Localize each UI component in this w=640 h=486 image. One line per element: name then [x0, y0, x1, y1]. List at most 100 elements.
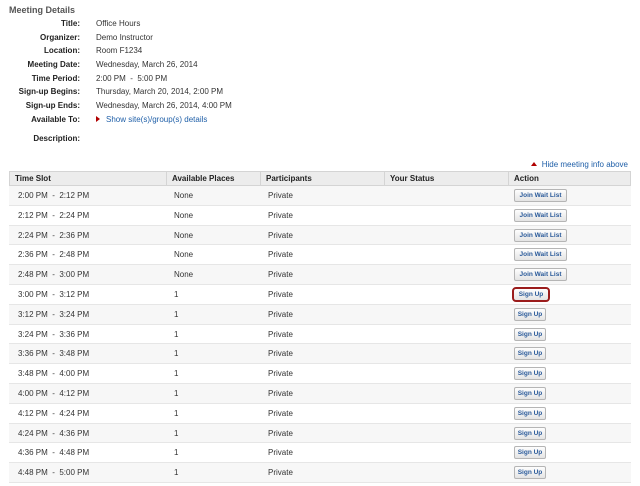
- available-places-cell: 1: [174, 349, 179, 359]
- sign-up-button[interactable]: Sign Up: [514, 446, 546, 460]
- detail-value: Demo Instructor: [96, 32, 153, 42]
- detail-label: Description:: [33, 133, 80, 143]
- participants-cell: Private: [268, 448, 293, 458]
- available-places-cell: 1: [174, 289, 179, 299]
- available-places-cell: None: [174, 270, 194, 280]
- available-places-cell: 1: [174, 428, 179, 438]
- time-slot-cell: 3:36 PM - 3:48 PM: [18, 349, 90, 359]
- header-your-status: Your Status: [384, 172, 509, 185]
- participants-cell: Private: [268, 329, 293, 339]
- header-available-places: Available Places: [166, 172, 260, 185]
- time-slot-cell: 3:12 PM - 3:24 PM: [18, 309, 90, 319]
- time-slot-cell: 2:48 PM - 3:00 PM: [18, 270, 90, 280]
- table-body: 2:00 PM - 2:12 PM None Private Join Wait Li…: [9, 186, 631, 483]
- sign-up-button[interactable]: Sign Up: [514, 307, 546, 321]
- detail-row-time-period: Time Period: 2:00 PM - 5:00 PM: [0, 72, 640, 86]
- detail-row-available-to: Available To: Show site(s)/group(s) deta…: [0, 113, 640, 127]
- participants-cell: Private: [268, 428, 293, 438]
- triangle-right-icon: [96, 115, 100, 122]
- time-slot-cell: 4:36 PM - 4:48 PM: [18, 448, 90, 458]
- section-title: Meeting Details: [9, 5, 76, 15]
- table-row: 3:12 PM - 3:24 PM 1 Private Sign Up: [9, 304, 631, 325]
- detail-label: Title:: [61, 19, 80, 28]
- time-slot-cell: 4:24 PM - 4:36 PM: [18, 428, 90, 438]
- detail-row-meeting-date: Meeting Date: Wednesday, March 26, 2014: [0, 58, 640, 72]
- detail-row-organizer: Organizer: Demo Instructor: [0, 31, 640, 45]
- available-places-cell: 1: [174, 369, 179, 379]
- table-header: Time Slot Available Places Participants …: [9, 171, 631, 186]
- table-row: 2:24 PM - 2:36 PM None Private Join Wait Li…: [9, 225, 631, 246]
- sign-up-button[interactable]: Sign Up: [514, 406, 546, 420]
- detail-label: Sign-up Ends:: [25, 101, 80, 111]
- table-row: 4:36 PM - 4:48 PM 1 Private Sign Up: [9, 443, 631, 464]
- join-wait-list-button[interactable]: Join Wait List: [514, 228, 567, 242]
- time-slot-cell: 4:48 PM - 5:00 PM: [18, 468, 90, 478]
- time-slot-cell: 2:36 PM - 2:48 PM: [18, 250, 90, 260]
- detail-value: Room F1234: [96, 46, 143, 56]
- detail-row-description: Description:: [0, 132, 640, 146]
- table-row: 4:24 PM - 4:36 PM 1 Private Sign Up: [9, 423, 631, 444]
- triangle-up-icon: [530, 162, 537, 166]
- detail-row-title: Title: Office Hours: [0, 17, 640, 31]
- available-places-cell: 1: [174, 388, 179, 398]
- detail-label: Available To:: [31, 114, 80, 124]
- available-places-cell: 1: [174, 468, 179, 478]
- participants-cell: Private: [268, 388, 293, 398]
- available-places-cell: 1: [174, 448, 179, 458]
- sign-up-button[interactable]: Sign Up: [514, 426, 546, 440]
- detail-row-location: Location: Room F1234: [0, 44, 640, 58]
- detail-value: Wednesday, March 26, 2014: [96, 60, 198, 70]
- join-wait-list-button[interactable]: Join Wait List: [514, 189, 567, 202]
- join-wait-list-button[interactable]: Join Wait List: [514, 248, 567, 262]
- participants-cell: Private: [268, 289, 293, 299]
- detail-label: Organizer:: [39, 32, 80, 42]
- participants-cell: Private: [268, 349, 293, 359]
- sign-up-button[interactable]: Sign Up: [514, 327, 546, 341]
- meeting-details: Title: Office Hours Organizer: Demo Inst…: [0, 17, 640, 145]
- table-row: 2:12 PM - 2:24 PM None Private Join Wait Li…: [9, 206, 631, 226]
- participants-cell: Private: [268, 250, 293, 260]
- sign-up-button[interactable]: Sign Up: [514, 386, 546, 400]
- detail-value: Wednesday, March 26, 2014, 4:00 PM: [96, 101, 232, 111]
- available-places-cell: 1: [174, 408, 179, 418]
- time-slot-cell: 3:48 PM - 4:00 PM: [18, 369, 90, 379]
- participants-cell: Private: [268, 309, 293, 319]
- sign-up-button[interactable]: Sign Up: [512, 286, 550, 302]
- table-row: 2:48 PM - 3:00 PM None Private Join Wait Li…: [9, 265, 631, 285]
- detail-row-signup-begins: Sign-up Begins: Thursday, March 20, 2014…: [0, 85, 640, 99]
- participants-cell: Private: [268, 408, 293, 418]
- detail-row-signup-ends: Sign-up Ends: Wednesday, March 26, 2014,…: [0, 99, 640, 113]
- timeslot-table: Time Slot Available Places Participants …: [9, 171, 631, 483]
- detail-label: Time Period:: [31, 73, 80, 83]
- available-places-cell: 1: [174, 329, 179, 339]
- table-row: 3:36 PM - 3:48 PM 1 Private Sign Up: [9, 344, 631, 365]
- participants-cell: Private: [268, 210, 293, 220]
- table-row: 2:00 PM - 2:12 PM None Private Join Wait Li…: [9, 186, 631, 206]
- join-wait-list-button[interactable]: Join Wait List: [514, 268, 567, 282]
- table-row: 4:12 PM - 4:24 PM 1 Private Sign Up: [9, 404, 631, 424]
- detail-label: Sign-up Begins:: [18, 87, 80, 97]
- join-wait-list-button[interactable]: Join Wait List: [514, 208, 567, 222]
- available-places-cell: None: [174, 250, 194, 260]
- hide-meeting-info-link[interactable]: Hide meeting info above: [530, 160, 628, 169]
- table-row: 4:48 PM - 5:00 PM 1 Private Sign Up: [9, 463, 631, 483]
- header-time-slot: Time Slot: [15, 174, 51, 183]
- participants-cell: Private: [268, 369, 293, 379]
- time-slot-cell: 3:00 PM - 3:12 PM: [18, 289, 90, 299]
- detail-value: Thursday, March 20, 2014, 2:00 PM: [96, 87, 224, 97]
- detail-label: Meeting Date:: [27, 60, 80, 70]
- sign-up-button[interactable]: Sign Up: [514, 367, 546, 381]
- show-groups-link[interactable]: Show site(s)/group(s) details: [96, 113, 207, 127]
- time-slot-cell: 2:00 PM - 2:12 PM: [18, 191, 90, 200]
- participants-cell: Private: [268, 468, 293, 478]
- show-groups-link-text[interactable]: Show site(s)/group(s) details: [106, 115, 207, 124]
- sign-up-button[interactable]: Sign Up: [514, 347, 546, 361]
- table-row: 3:48 PM - 4:00 PM 1 Private Sign Up: [9, 364, 631, 384]
- table-row: 2:36 PM - 2:48 PM None Private Join Wait Li…: [9, 245, 631, 266]
- hide-meeting-info-text[interactable]: Hide meeting info above: [542, 160, 628, 169]
- detail-value: Office Hours: [96, 19, 141, 28]
- time-slot-cell: 3:24 PM - 3:36 PM: [18, 329, 90, 339]
- table-row: 3:24 PM - 3:36 PM 1 Private Sign Up: [9, 325, 631, 345]
- sign-up-button[interactable]: Sign Up: [514, 466, 546, 480]
- table-row: 4:00 PM - 4:12 PM 1 Private Sign Up: [9, 383, 631, 404]
